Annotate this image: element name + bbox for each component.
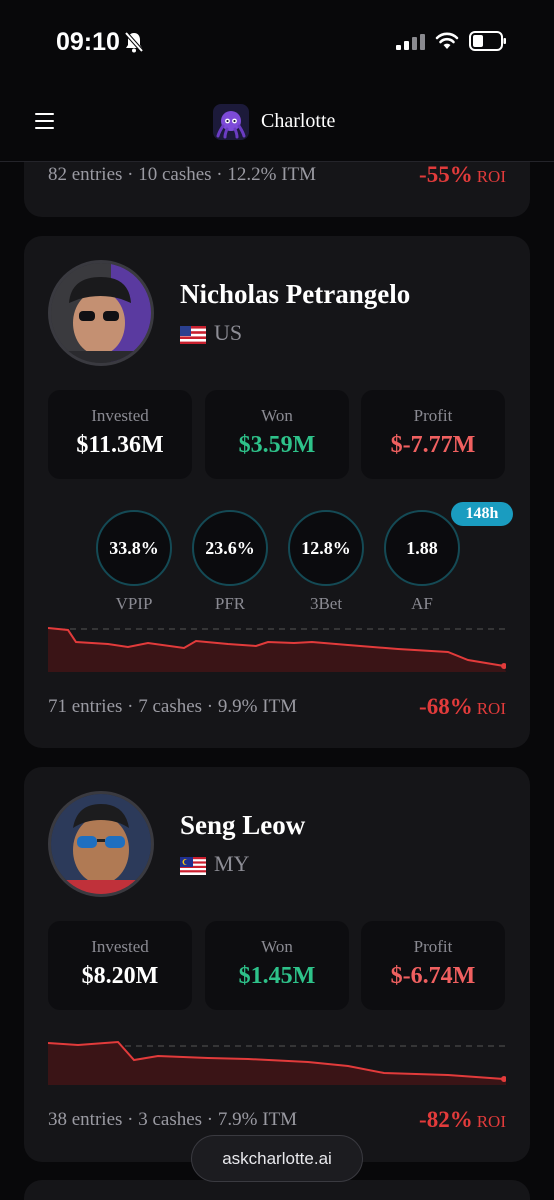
charlotte-logo-icon xyxy=(213,104,249,140)
player-card[interactable]: Seng Leow MY Invested $8.20M Won $1.45M … xyxy=(24,767,530,1162)
roi-value: -68% xyxy=(419,694,473,719)
metric-pfr: 23.6% PFR xyxy=(192,510,268,614)
battery-icon xyxy=(469,31,506,51)
roi-value: -55% xyxy=(419,162,473,187)
metric-value: 33.8% xyxy=(96,510,172,586)
roi-label: ROI xyxy=(476,167,506,186)
summary-text: 38 entries · 3 cashes · 7.9% ITM xyxy=(48,1109,298,1130)
profit-sparkline xyxy=(48,627,506,672)
stat-invested: Invested $8.20M xyxy=(48,921,192,1010)
player-card[interactable]: Nicholas Petrangelo US Invested $11.36M … xyxy=(24,236,530,748)
player-name: Seng Leow xyxy=(180,810,306,840)
stat-won: Won $1.45M xyxy=(205,921,349,1010)
metric-label: AF xyxy=(411,594,433,613)
profit-sparkline xyxy=(48,1040,506,1085)
stat-label: Invested xyxy=(91,937,149,956)
metric-value: 12.8% xyxy=(288,510,364,586)
stat-profit: Profit $-7.77M xyxy=(361,390,505,479)
roi-display: -82% ROI xyxy=(419,1107,506,1133)
metric-vpip: 33.8% VPIP xyxy=(96,510,172,614)
stat-won: Won $3.59M xyxy=(205,390,349,479)
stat-profit: Profit $-6.74M xyxy=(361,921,505,1010)
summary-text: 71 entries · 7 cashes · 9.9% ITM xyxy=(48,696,298,717)
stat-value: $-7.77M xyxy=(390,432,476,458)
metric-af: 1.88 AF xyxy=(384,510,460,614)
player-country: US xyxy=(180,320,242,346)
hours-badge: 148h xyxy=(451,502,513,526)
player-card-next[interactable] xyxy=(24,1180,530,1200)
status-bar: 09:10 xyxy=(0,0,554,80)
roi-display: -55% ROI xyxy=(419,162,506,188)
signal-icon xyxy=(396,34,425,50)
top-nav: Charlotte xyxy=(0,80,554,162)
country-code: MY xyxy=(214,851,250,876)
player-country: MY xyxy=(180,851,249,877)
wifi-icon xyxy=(435,32,459,49)
metric-value: 23.6% xyxy=(192,510,268,586)
my-flag-icon xyxy=(180,856,206,875)
us-flag-icon xyxy=(180,325,206,344)
roi-label: ROI xyxy=(476,699,506,718)
stat-label: Invested xyxy=(91,406,149,425)
avatar xyxy=(48,791,154,897)
stat-label: Profit xyxy=(413,406,453,425)
brand-name: Charlotte xyxy=(261,110,336,132)
status-time: 09:10 xyxy=(56,28,120,56)
country-code: US xyxy=(214,320,243,345)
stat-label: Won xyxy=(261,406,293,425)
stat-invested: Invested $11.36M xyxy=(48,390,192,479)
stat-value: $1.45M xyxy=(238,963,316,989)
metric-label: PFR xyxy=(214,594,246,613)
metric-value: 1.88 xyxy=(384,510,460,586)
roi-value: -82% xyxy=(419,1107,473,1132)
stat-label: Won xyxy=(261,937,293,956)
stat-value: $11.36M xyxy=(76,432,164,458)
metric-label: 3Bet xyxy=(309,594,343,613)
bell-slash-icon xyxy=(124,31,144,53)
metric-label: VPIP xyxy=(115,594,153,613)
avatar xyxy=(48,260,154,366)
roi-label: ROI xyxy=(476,1112,506,1131)
site-link[interactable]: askcharlotte.ai xyxy=(191,1135,363,1182)
stat-value: $8.20M xyxy=(81,963,159,989)
roi-display: -68% ROI xyxy=(419,694,506,720)
stat-label: Profit xyxy=(413,937,453,956)
menu-icon[interactable] xyxy=(35,113,54,129)
player-name: Nicholas Petrangelo xyxy=(180,279,411,309)
stat-value: $-6.74M xyxy=(390,963,476,989)
metric-3bet: 12.8% 3Bet xyxy=(288,510,364,614)
stat-value: $3.59M xyxy=(238,432,316,458)
summary-text: 82 entries · 10 cashes · 12.2% ITM xyxy=(48,164,317,185)
